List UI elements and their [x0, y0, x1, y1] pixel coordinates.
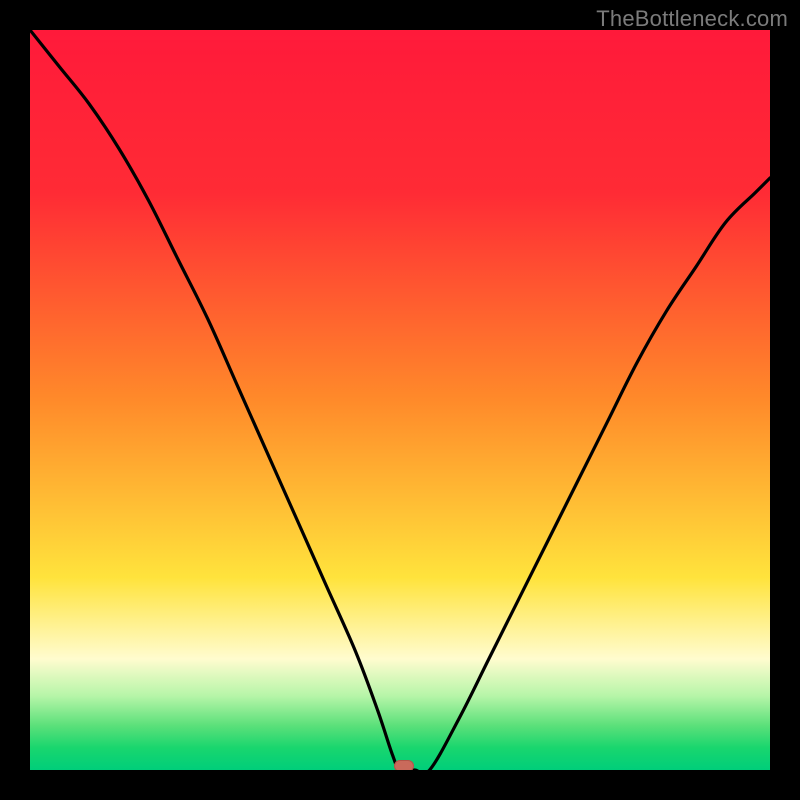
- optimum-marker: [394, 760, 414, 770]
- chart-frame: TheBottleneck.com: [0, 0, 800, 800]
- curve-svg: [30, 30, 770, 770]
- watermark-text: TheBottleneck.com: [596, 6, 788, 32]
- bottleneck-curve: [30, 30, 770, 770]
- plot-area: [30, 30, 770, 770]
